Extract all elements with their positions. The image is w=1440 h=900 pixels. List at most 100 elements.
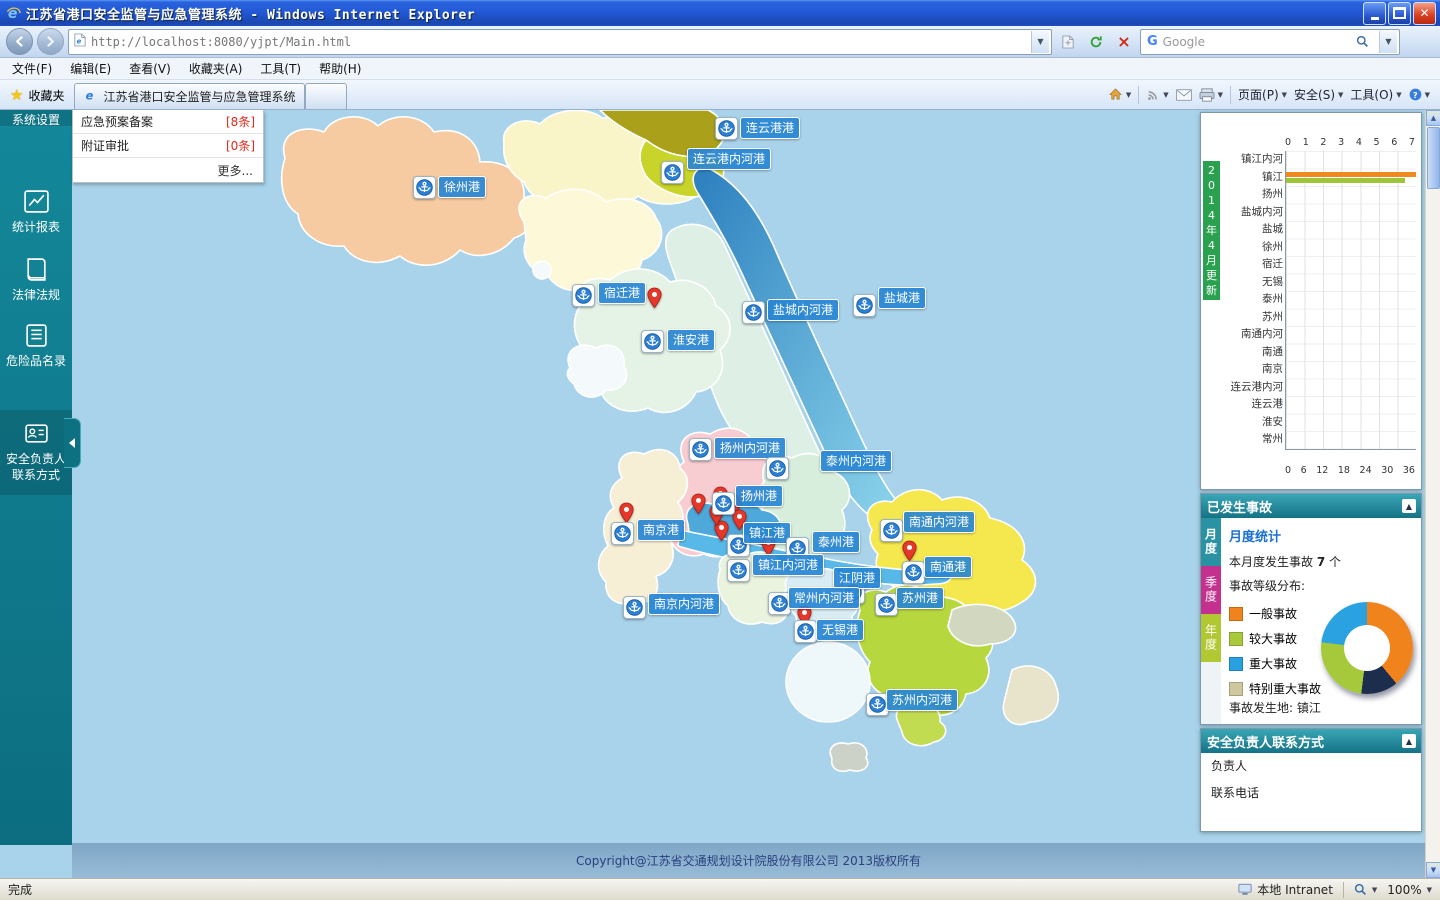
port-anchor-icon[interactable]: [794, 620, 817, 643]
vertical-scrollbar[interactable]: ▲ ▼: [1425, 110, 1440, 878]
port-label[interactable]: 苏州港: [896, 587, 945, 609]
sidebar-item-system-settings[interactable]: 系统设置: [0, 110, 72, 126]
menu-item[interactable]: 帮助(H): [311, 58, 369, 79]
scroll-down-button[interactable]: ▼: [1426, 862, 1440, 878]
port-anchor-icon[interactable]: [742, 301, 765, 324]
port-anchor-icon[interactable]: [661, 161, 684, 184]
port-label[interactable]: 盐城内河港: [767, 299, 840, 321]
port-label[interactable]: 宿迁港: [598, 282, 647, 304]
page-menu-button[interactable]: 页面(P) ▼: [1238, 86, 1287, 103]
url-text[interactable]: http://localhost:8080/yjpt/Main.html: [91, 35, 1026, 49]
port-anchor-icon[interactable]: [641, 330, 664, 353]
port-label[interactable]: 扬州内河港: [714, 437, 787, 459]
menu-item[interactable]: 编辑(E): [62, 58, 119, 79]
port-anchor-icon[interactable]: [413, 176, 436, 199]
search-dropdown-button[interactable]: ▼: [1379, 30, 1397, 53]
port-label[interactable]: 镇江港: [743, 522, 792, 544]
quick-panel-row[interactable]: 附证审批 [0条]: [73, 134, 263, 158]
port-anchor-icon[interactable]: [727, 559, 750, 582]
port-label[interactable]: 南京内河港: [648, 593, 721, 615]
port-label[interactable]: 无锡港: [816, 619, 865, 641]
port-label[interactable]: 南通港: [924, 556, 973, 578]
favorites-button[interactable]: ★ 收藏夹: [0, 82, 74, 108]
minimize-button[interactable]: [1363, 1, 1386, 25]
close-button[interactable]: ✕: [1413, 1, 1436, 25]
location-pin-icon[interactable]: [647, 287, 662, 309]
collapse-up-icon[interactable]: ▲: [1402, 499, 1416, 513]
more-link[interactable]: 更多...: [73, 158, 263, 182]
menu-item[interactable]: 文件(F): [4, 58, 60, 79]
menu-item[interactable]: 收藏夹(A): [181, 58, 251, 79]
help-button[interactable]: ? ▼: [1409, 88, 1430, 101]
sidebar-item-reports[interactable]: 统计报表: [0, 188, 72, 235]
port-label[interactable]: 盐城港: [878, 287, 927, 309]
tab-new-stub[interactable]: [305, 83, 348, 109]
zoom-level[interactable]: 100% ▼: [1387, 883, 1432, 897]
port-label[interactable]: 连云港港: [740, 117, 801, 139]
tab-title[interactable]: 江苏省港口安全监管与应急管理系统: [103, 88, 295, 105]
scrollbar-thumb[interactable]: [1427, 127, 1440, 189]
tools-menu-button[interactable]: 工具(O) ▼: [1350, 86, 1401, 103]
sidebar-item-dangerous-goods[interactable]: 危险品名录: [0, 322, 72, 369]
collapse-up-icon[interactable]: ▲: [1402, 734, 1416, 748]
port-label[interactable]: 连云港内河港: [687, 148, 772, 170]
port-label[interactable]: 南京港: [637, 519, 686, 541]
port-anchor-icon[interactable]: [623, 596, 646, 619]
port-anchor-icon[interactable]: [572, 284, 595, 307]
port-label[interactable]: 南通内河港: [903, 511, 976, 533]
port-anchor-icon[interactable]: [853, 294, 876, 317]
tab-active[interactable]: e 江苏省港口安全监管与应急管理系统: [74, 83, 306, 109]
scroll-up-button[interactable]: ▲: [1426, 110, 1440, 126]
rss-feed-button[interactable]: ▼: [1146, 88, 1169, 102]
home-button[interactable]: ▼: [1108, 87, 1131, 102]
accident-period-tab[interactable]: 月度: [1201, 518, 1221, 566]
address-dropdown-button[interactable]: ▼: [1031, 30, 1049, 53]
quick-panel-row[interactable]: 应急预案备案 [8条]: [73, 110, 263, 134]
port-label[interactable]: 徐州港: [438, 176, 487, 198]
sidebar-item-safety-contact[interactable]: 安全负责人 联系方式: [0, 410, 72, 495]
port-label[interactable]: 常州内河港: [788, 587, 861, 609]
search-magnifier-icon[interactable]: [1350, 30, 1374, 54]
print-button[interactable]: ▼: [1199, 87, 1223, 102]
location-pin-icon[interactable]: [902, 540, 917, 562]
compatibility-view-button[interactable]: [1056, 30, 1080, 54]
address-field[interactable]: e http://localhost:8080/yjpt/Main.html ▼: [68, 28, 1052, 55]
search-input[interactable]: Google: [1163, 35, 1345, 49]
address-bar: e http://localhost:8080/yjpt/Main.html ▼…: [0, 26, 1440, 58]
port-label[interactable]: 扬州港: [735, 485, 784, 507]
search-box[interactable]: G Google ▼: [1140, 28, 1400, 55]
legend-swatch: [1229, 681, 1243, 696]
port-label[interactable]: 苏州内河港: [886, 689, 959, 711]
accident-period-tab[interactable]: 年度: [1201, 614, 1221, 662]
port-anchor-icon[interactable]: [880, 519, 903, 542]
menu-item[interactable]: 查看(V): [121, 58, 179, 79]
location-pin-icon[interactable]: [691, 493, 706, 515]
read-mail-button[interactable]: [1175, 88, 1192, 101]
port-label[interactable]: 泰州内河港: [820, 450, 893, 472]
menu-item[interactable]: 工具(T): [252, 58, 309, 79]
port-label[interactable]: 江阴港: [833, 567, 882, 589]
sidebar-item-laws[interactable]: 法律法规: [0, 256, 72, 303]
port-anchor-icon[interactable]: [766, 457, 789, 480]
port-anchor-icon[interactable]: [902, 561, 925, 584]
port-anchor-icon[interactable]: [611, 522, 634, 545]
port-anchor-icon[interactable]: [689, 438, 712, 461]
update-strip-char: 4: [1208, 209, 1215, 222]
sidebar-collapse-handle[interactable]: [64, 418, 81, 468]
location-pin-icon[interactable]: [619, 502, 634, 524]
refresh-button[interactable]: [1084, 30, 1108, 54]
chart-bottom-axis: 0 6 12 18 24 30 36: [1285, 465, 1415, 476]
port-anchor-icon[interactable]: [875, 593, 898, 616]
port-anchor-icon[interactable]: [712, 492, 735, 515]
maximize-button[interactable]: [1388, 1, 1411, 25]
forward-button[interactable]: [37, 28, 64, 55]
port-label[interactable]: 淮安港: [667, 329, 716, 351]
stop-button[interactable]: ×: [1112, 30, 1136, 54]
back-button[interactable]: [6, 28, 33, 55]
accident-period-tab[interactable]: 季度: [1201, 566, 1221, 614]
port-label[interactable]: 镇江内河港: [752, 554, 825, 576]
zoom-button[interactable]: ▼: [1354, 883, 1377, 896]
port-anchor-icon[interactable]: [715, 117, 738, 140]
safety-menu-button[interactable]: 安全(S) ▼: [1294, 86, 1343, 103]
port-label[interactable]: 泰州港: [812, 531, 861, 553]
